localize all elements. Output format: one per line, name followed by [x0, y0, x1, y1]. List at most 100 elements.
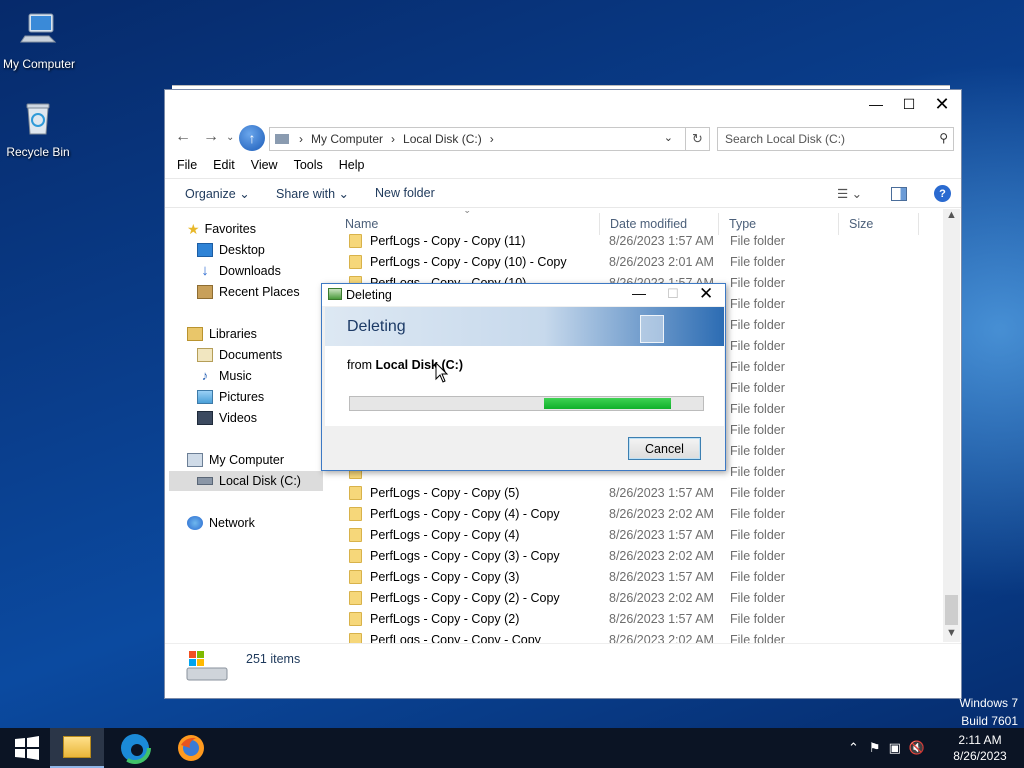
close-button[interactable]: ✕	[925, 90, 959, 118]
refresh-button[interactable]: ↻	[686, 127, 710, 151]
desktop-folder-icon	[197, 243, 213, 257]
desktop-icon-my-computer[interactable]: My Computer	[0, 10, 79, 71]
table-row[interactable]: PerfLogs - Copy - Copy (3) 8/26/2023 1:57…	[343, 567, 933, 588]
row-date-modified: 8/26/2023 1:57 AM	[609, 234, 714, 248]
row-type: File folder	[730, 570, 785, 584]
table-row[interactable]: PerfLogs - Copy - Copy (4) - Copy 8/26/20…	[343, 504, 933, 525]
table-row[interactable]: PerfLogs - Copy - Copy (2) 8/26/2023 1:57…	[343, 609, 933, 630]
minimize-button[interactable]: —	[859, 90, 893, 118]
row-date-modified: 8/26/2023 2:02 AM	[609, 507, 714, 521]
windows-logo-icon	[15, 736, 39, 760]
menu-help[interactable]: Help	[339, 158, 365, 172]
dialog-close-button[interactable]: ✕	[699, 284, 713, 304]
nav-pictures[interactable]: Pictures	[197, 387, 264, 407]
nav-downloads[interactable]: ↓ Downloads	[197, 261, 281, 281]
window-titlebar[interactable]: — ☐ ✕	[165, 90, 961, 118]
nav-desktop[interactable]: Desktop	[197, 240, 265, 260]
folder-icon	[349, 486, 362, 500]
dialog-titlebar[interactable]: Deleting — ☐ ✕	[322, 284, 725, 306]
breadcrumb-separator-icon: ›	[391, 132, 396, 146]
table-row[interactable]: PerfLogs - Copy - Copy - Copy 8/26/2023 2…	[343, 630, 933, 643]
vertical-scrollbar[interactable]: ▲ ▼	[943, 209, 960, 642]
recent-dropdown-icon[interactable]: ⌄	[226, 132, 234, 143]
clock-time: 2:11 AM	[958, 733, 1002, 747]
table-row[interactable]: PerfLogs - Copy - Copy (10) - Copy 8/26/2…	[343, 252, 933, 273]
preview-pane-icon[interactable]	[891, 187, 907, 201]
search-input[interactable]: Search Local Disk (C:) ⚲	[717, 127, 954, 151]
help-icon[interactable]: ?	[934, 185, 951, 202]
nav-my-computer[interactable]: My Computer	[187, 450, 284, 470]
up-arrow-icon: ↑	[248, 130, 256, 146]
organize-button[interactable]: Organize ⌄	[185, 186, 250, 201]
delete-progress-dialog: Deleting — ☐ ✕ Deleting from Local Disk …	[321, 283, 726, 471]
show-hidden-icons-icon[interactable]: ⌃	[848, 740, 859, 756]
menu-tools[interactable]: Tools	[294, 158, 323, 172]
desktop-icon-recycle-bin[interactable]: Recycle Bin	[0, 98, 78, 159]
row-type: File folder	[730, 507, 785, 521]
address-dropdown-icon[interactable]: ⌄	[664, 131, 673, 144]
scroll-down-icon[interactable]: ▼	[946, 627, 957, 639]
nav-recent-places[interactable]: Recent Places	[197, 282, 300, 302]
scroll-up-icon[interactable]: ▲	[946, 209, 957, 221]
nav-local-disk[interactable]: Local Disk (C:)	[169, 471, 323, 491]
share-with-button[interactable]: Share with ⌄	[276, 186, 349, 201]
table-row[interactable]: PerfLogs - Copy - Copy (2) - Copy 8/26/20…	[343, 588, 933, 609]
drive-icon	[197, 477, 213, 485]
row-type: File folder	[730, 318, 785, 332]
up-button[interactable]: ↑	[239, 125, 265, 151]
firefox-browser-icon	[178, 735, 204, 761]
menu-view[interactable]: View	[251, 158, 278, 172]
row-type: File folder	[730, 444, 785, 458]
folder-icon	[349, 234, 362, 248]
start-button[interactable]	[0, 728, 54, 768]
row-name: PerfLogs - Copy - Copy (4)	[370, 528, 520, 542]
breadcrumb-my-computer[interactable]: My Computer	[311, 132, 383, 146]
taskbar-edge[interactable]	[108, 728, 162, 768]
row-date-modified: 8/26/2023 2:02 AM	[609, 549, 714, 563]
nav-music[interactable]: ♪ Music	[197, 366, 252, 386]
breadcrumb-local-disk[interactable]: Local Disk (C:)	[403, 132, 482, 146]
nav-network[interactable]: Network	[187, 513, 255, 533]
desktop-icon-label: My Computer	[2, 57, 76, 71]
menu-file[interactable]: File	[177, 158, 197, 172]
dialog-minimize-button[interactable]: —	[632, 285, 646, 301]
table-row[interactable]: PerfLogs - Copy - Copy (4) 8/26/2023 1:57…	[343, 525, 933, 546]
taskbar-file-explorer[interactable]	[50, 728, 104, 768]
search-icon[interactable]: ⚲	[939, 131, 948, 145]
volume-muted-icon[interactable]: 🔇	[909, 740, 925, 756]
row-type: File folder	[730, 402, 785, 416]
view-options-icon[interactable]: ☰ ⌄	[837, 186, 862, 201]
recent-places-icon	[197, 285, 213, 299]
drive-icon	[275, 134, 289, 144]
folder-icon	[349, 591, 362, 605]
dialog-body: from Local Disk (C:)	[325, 346, 724, 426]
nav-favorites[interactable]: ★ Favorites	[187, 219, 256, 239]
table-row[interactable]: PerfLogs - Copy - Copy (5) 8/26/2023 1:57…	[343, 483, 933, 504]
menu-edit[interactable]: Edit	[213, 158, 235, 172]
dialog-heading: Deleting	[347, 318, 406, 335]
folder-icon	[349, 612, 362, 626]
nav-videos[interactable]: Videos	[197, 408, 257, 428]
nav-documents[interactable]: Documents	[197, 345, 282, 365]
row-name: PerfLogs - Copy - Copy (5)	[370, 486, 520, 500]
libraries-icon	[187, 327, 203, 341]
maximize-button[interactable]: ☐	[892, 90, 926, 118]
nav-libraries[interactable]: Libraries	[187, 324, 257, 344]
table-row[interactable]: PerfLogs - Copy - Copy (3) - Copy 8/26/20…	[343, 546, 933, 567]
taskbar-firefox[interactable]	[164, 728, 218, 768]
pictures-icon	[197, 390, 213, 404]
row-name: PerfLogs - Copy - Copy - Copy	[370, 633, 541, 643]
forward-arrow-icon[interactable]: →	[203, 128, 219, 146]
table-row[interactable]: PerfLogs - Copy - Copy (11) 8/26/2023 1:5…	[343, 231, 933, 252]
download-arrow-icon: ↓	[201, 262, 209, 279]
computer-icon	[20, 13, 57, 43]
taskbar-clock[interactable]: 2:11 AM 8/26/2023	[948, 732, 1012, 764]
new-folder-button[interactable]: New folder	[375, 186, 435, 200]
network-status-icon[interactable]: ▣	[889, 740, 901, 756]
delete-icon	[328, 288, 342, 300]
back-arrow-icon[interactable]: ←	[175, 128, 191, 146]
cancel-button[interactable]: Cancel	[628, 437, 701, 460]
action-center-flag-icon[interactable]: ⚑	[869, 740, 881, 756]
address-bar[interactable]: › My Computer › Local Disk (C:) › ⌄	[269, 127, 686, 151]
scrollbar-thumb[interactable]	[945, 595, 958, 625]
